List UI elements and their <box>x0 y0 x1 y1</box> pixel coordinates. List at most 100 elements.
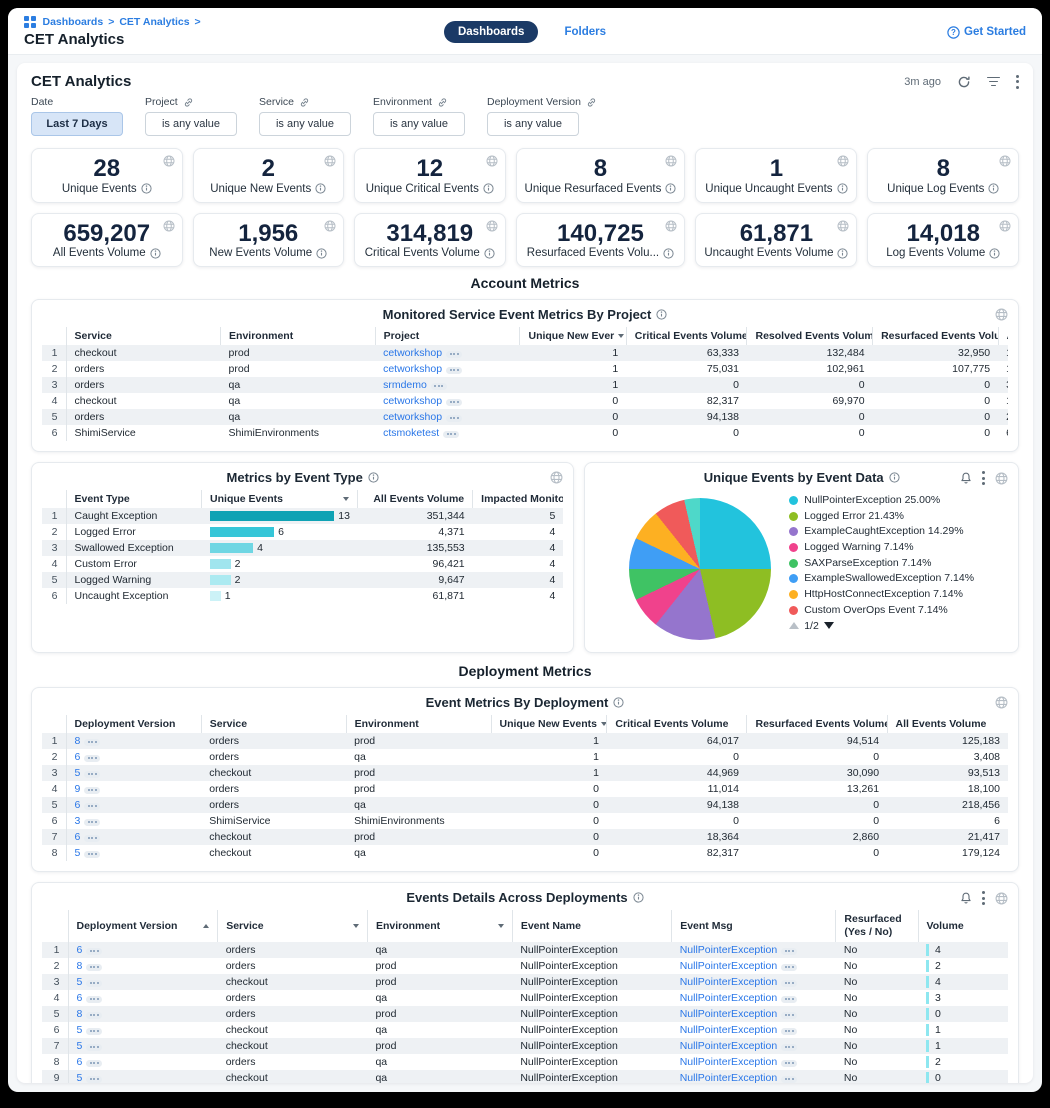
tab-dashboards[interactable]: Dashboards <box>444 21 538 43</box>
deployment-version-link[interactable]: 6 <box>75 831 81 843</box>
tab-folders[interactable]: Folders <box>564 26 606 38</box>
info-icon[interactable] <box>989 248 1000 259</box>
col-deployment-version[interactable]: Deployment Version <box>66 715 201 733</box>
col-service[interactable]: Service <box>66 327 221 345</box>
info-icon[interactable] <box>988 183 999 194</box>
col-volume[interactable]: Volume <box>918 910 1008 942</box>
legend-item[interactable]: ExampleCaughtException 14.29% <box>789 525 974 538</box>
deployment-version-link[interactable]: 5 <box>77 1040 83 1052</box>
ellipsis-badge[interactable] <box>446 367 462 374</box>
globe-icon[interactable] <box>324 220 336 232</box>
col-all[interactable]: All Events Volume <box>998 327 1008 345</box>
dashboard-filters-button[interactable] <box>987 77 1000 87</box>
ellipsis-badge[interactable] <box>446 415 462 422</box>
globe-icon[interactable] <box>486 155 498 167</box>
globe-icon[interactable] <box>163 155 175 167</box>
legend-item[interactable]: HttpHostConnectException 7.14% <box>789 588 974 601</box>
event-msg-link[interactable]: NullPointerException <box>680 992 777 1004</box>
globe-icon[interactable] <box>324 155 336 167</box>
col-environment[interactable]: Environment <box>221 327 376 345</box>
project-link[interactable]: cetworkshop <box>383 363 442 375</box>
ellipsis-badge[interactable] <box>431 383 447 390</box>
unique-events-bar[interactable] <box>210 543 254 553</box>
ellipsis-badge[interactable] <box>781 1044 797 1051</box>
col-resurfaced[interactable]: Resurfaced(Yes / No) <box>836 910 918 942</box>
ellipsis-badge[interactable] <box>781 948 797 955</box>
info-icon[interactable] <box>141 183 152 194</box>
info-icon[interactable] <box>663 248 674 259</box>
info-icon[interactable] <box>150 248 161 259</box>
info-icon[interactable] <box>633 892 644 903</box>
alert-bell-icon[interactable] <box>960 892 972 905</box>
col-service[interactable]: Service <box>218 910 368 942</box>
legend-page-up-icon[interactable] <box>789 622 799 629</box>
ellipsis-badge[interactable] <box>781 1060 797 1067</box>
col-event-msg[interactable]: Event Msg <box>672 910 836 942</box>
col-event-type[interactable]: Event Type <box>66 490 202 508</box>
unique-events-bar[interactable] <box>210 527 275 537</box>
col-unique-new-events[interactable]: Unique New Events <box>491 715 607 733</box>
info-icon[interactable] <box>665 183 676 194</box>
project-link[interactable]: cetworkshop <box>383 395 442 407</box>
deployment-version-link[interactable]: 9 <box>75 783 81 795</box>
ellipsis-badge[interactable] <box>86 1044 102 1051</box>
get-started-button[interactable]: ? Get Started <box>947 26 1026 39</box>
dashboard-more-button[interactable] <box>1016 75 1019 89</box>
legend-item[interactable]: Logged Error 21.43% <box>789 510 974 523</box>
filter-value-button[interactable]: is any value <box>259 112 351 136</box>
legend-item[interactable]: SAXParseException 7.14% <box>789 557 974 570</box>
deployment-version-link[interactable]: 6 <box>75 751 81 763</box>
globe-icon[interactable] <box>486 220 498 232</box>
col-all[interactable]: All Events Volume <box>887 715 1008 733</box>
breadcrumb-dashboards-link[interactable]: Dashboards <box>43 16 104 28</box>
kebab-icon[interactable] <box>982 891 985 905</box>
col-resurfaced[interactable]: Resurfaced Events Volume <box>747 715 887 733</box>
legend-item[interactable]: ExampleSwallowedException 7.14% <box>789 572 974 585</box>
ellipsis-badge[interactable] <box>86 1028 102 1035</box>
event-msg-link[interactable]: NullPointerException <box>680 1008 777 1020</box>
globe-icon[interactable] <box>999 155 1011 167</box>
globe-icon[interactable] <box>995 308 1008 321</box>
ellipsis-badge[interactable] <box>443 431 459 438</box>
unique-events-bar[interactable] <box>210 511 335 521</box>
ellipsis-badge[interactable] <box>781 1012 797 1019</box>
deployment-version-link[interactable]: 3 <box>75 815 81 827</box>
event-msg-link[interactable]: NullPointerException <box>680 1056 777 1068</box>
col-unique-new[interactable]: Unique New Ever <box>520 327 626 345</box>
ellipsis-badge[interactable] <box>781 964 797 971</box>
unique-events-bar[interactable] <box>210 575 231 585</box>
project-link[interactable]: cetworkshop <box>383 411 442 423</box>
project-link[interactable]: ctsmoketest <box>383 427 439 439</box>
info-icon[interactable] <box>837 183 848 194</box>
info-icon[interactable] <box>484 248 495 259</box>
refresh-button[interactable] <box>957 75 971 89</box>
info-icon[interactable] <box>315 183 326 194</box>
globe-icon[interactable] <box>995 892 1008 905</box>
ellipsis-badge[interactable] <box>84 803 100 810</box>
ellipsis-badge[interactable] <box>781 1028 797 1035</box>
globe-icon[interactable] <box>999 220 1011 232</box>
col-environment[interactable]: Environment <box>346 715 491 733</box>
deployment-version-link[interactable]: 6 <box>77 992 83 1004</box>
col-unique-events[interactable]: Unique Events <box>202 490 358 508</box>
ellipsis-badge[interactable] <box>86 964 102 971</box>
event-msg-link[interactable]: NullPointerException <box>680 976 777 988</box>
ellipsis-badge[interactable] <box>781 996 797 1003</box>
info-icon[interactable] <box>368 472 379 483</box>
info-icon[interactable] <box>837 248 848 259</box>
deployment-version-link[interactable]: 5 <box>77 1072 83 1083</box>
ellipsis-badge[interactable] <box>84 819 100 826</box>
ellipsis-badge[interactable] <box>84 787 100 794</box>
unique-events-bar[interactable] <box>210 559 231 569</box>
deployment-version-link[interactable]: 5 <box>75 847 81 859</box>
globe-icon[interactable] <box>837 155 849 167</box>
col-all-volume[interactable]: All Events Volume <box>358 490 473 508</box>
event-msg-link[interactable]: NullPointerException <box>680 944 777 956</box>
globe-icon[interactable] <box>665 155 677 167</box>
breadcrumb-cet-analytics-link[interactable]: CET Analytics <box>119 16 189 28</box>
col-critical[interactable]: Critical Events Volume <box>607 715 747 733</box>
legend-item[interactable]: Logged Warning 7.14% <box>789 541 974 554</box>
legend-item[interactable]: NullPointerException 25.00% <box>789 494 974 507</box>
deployment-version-link[interactable]: 8 <box>77 960 83 972</box>
ellipsis-badge[interactable] <box>86 948 102 955</box>
